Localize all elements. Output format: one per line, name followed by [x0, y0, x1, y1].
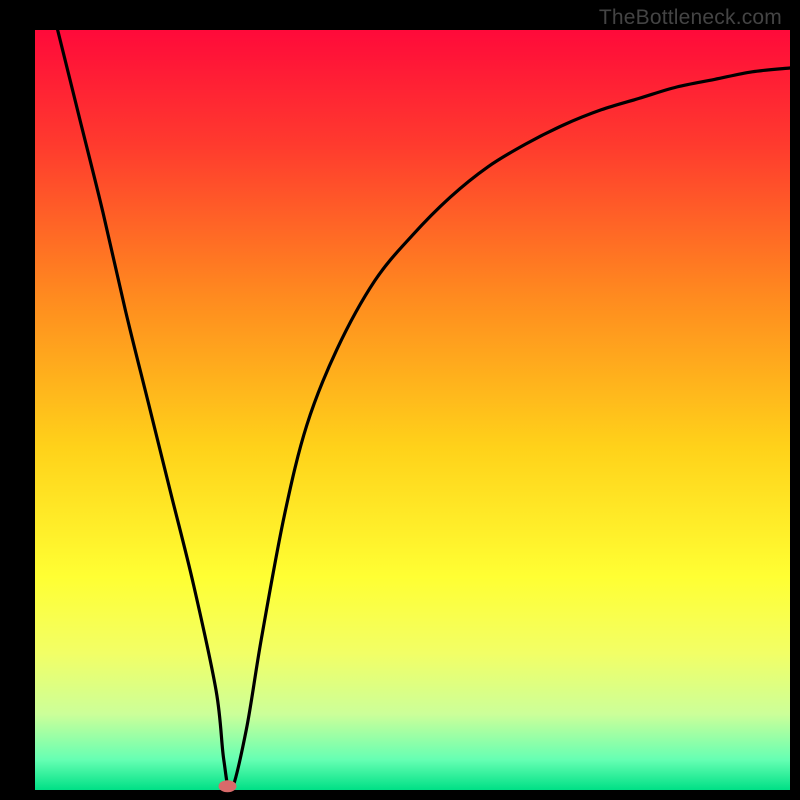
plot-background — [35, 30, 790, 790]
optimal-point-marker — [219, 780, 237, 792]
bottleneck-chart — [0, 0, 800, 800]
watermark-text: TheBottleneck.com — [599, 6, 782, 30]
chart-frame: TheBottleneck.com — [0, 0, 800, 800]
